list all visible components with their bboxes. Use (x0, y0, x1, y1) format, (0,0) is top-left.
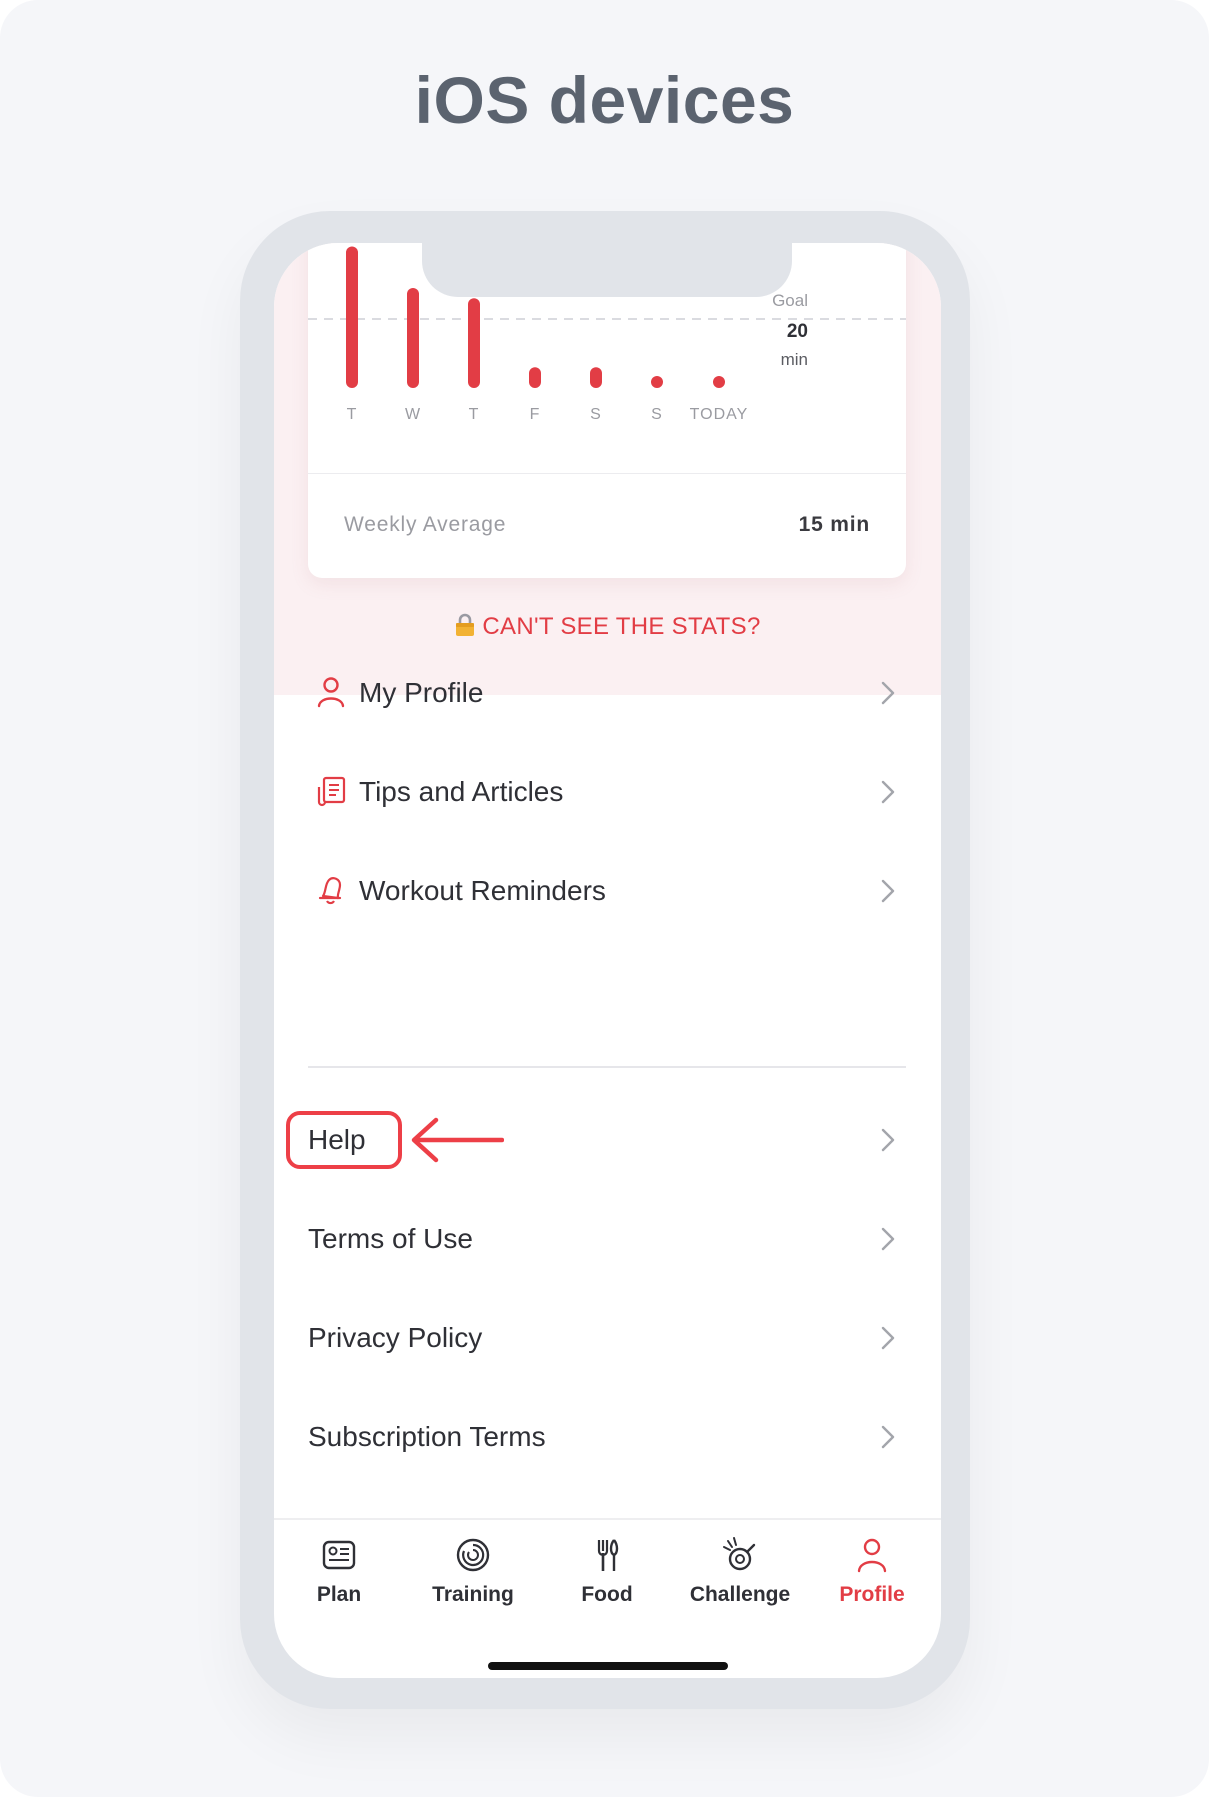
chart-day-label: T (347, 406, 358, 423)
phone-notch (422, 243, 792, 297)
page-title: iOS devices (414, 63, 795, 137)
challenge-icon (680, 1535, 800, 1575)
cant-see-stats-link[interactable]: CAN'T SEE THE STATS? (274, 613, 941, 644)
chart-bar (590, 367, 602, 388)
cant-see-stats-label: CAN'T SEE THE STATS? (482, 613, 761, 640)
chart-day-label: W (405, 406, 421, 423)
profile-icon (812, 1535, 932, 1575)
chart-day-label: S (651, 406, 663, 423)
menu-item-workout-reminders[interactable]: Workout Reminders (274, 861, 941, 921)
phone-frame: Goal 20 min T W T F S S TODAY Weekly Average 15 m… (240, 211, 970, 1709)
chart-day-label: S (590, 406, 602, 423)
weekly-average-value: 15 min (798, 513, 870, 536)
goal-unit: min (781, 350, 808, 369)
menu-item-label: Subscription Terms (308, 1421, 546, 1452)
chart-bar (713, 376, 725, 388)
chart-day-label: F (530, 406, 541, 423)
tab-label: Profile (839, 1583, 905, 1606)
chevron-right-icon (881, 681, 895, 710)
menu-separator (308, 1066, 906, 1068)
guide-card: iOS devices Goal 20 min T W T F S S TODAY Weekly … (0, 0, 1209, 1797)
chevron-right-icon (881, 1128, 895, 1157)
article-icon (316, 775, 348, 812)
menu-item-tips-and-articles[interactable]: Tips and Articles (274, 762, 941, 822)
training-icon (413, 1535, 533, 1575)
menu-item-label: My Profile (359, 677, 484, 708)
chart-bar (529, 367, 541, 388)
card-divider (308, 473, 906, 474)
chart-day-label: T (469, 406, 480, 423)
goal-label: Goal (772, 291, 808, 310)
chart-bar (346, 246, 358, 388)
help-highlight-box (286, 1111, 402, 1169)
chart-bar (407, 287, 419, 388)
goal-value: 20 (787, 321, 808, 342)
tab-bar-divider (274, 1518, 941, 1520)
chevron-right-icon (881, 879, 895, 908)
weekly-average-label: Weekly Average (344, 513, 507, 536)
chart-bar (651, 376, 663, 388)
tab-profile[interactable]: Profile (812, 1535, 932, 1607)
tab-label: Challenge (689, 1583, 791, 1606)
chevron-right-icon (881, 780, 895, 809)
app-screen: Goal 20 min T W T F S S TODAY Weekly Average 15 m… (274, 243, 941, 1678)
food-icon (547, 1535, 667, 1575)
menu-item-subscription-terms[interactable]: Subscription Terms (274, 1407, 941, 1467)
menu-item-label: Tips and Articles (359, 776, 564, 807)
tab-label: Food (581, 1583, 633, 1606)
tab-training[interactable]: Training (413, 1535, 533, 1607)
menu-item-terms-of-use[interactable]: Terms of Use (274, 1209, 941, 1269)
tab-plan[interactable]: Plan (279, 1535, 399, 1607)
arrow-left-icon (411, 1117, 504, 1163)
chevron-right-icon (881, 1326, 895, 1355)
chevron-right-icon (881, 1227, 895, 1256)
person-icon (316, 676, 346, 713)
chart-day-label: TODAY (690, 406, 749, 423)
tab-food[interactable]: Food (547, 1535, 667, 1607)
bell-icon (316, 874, 346, 911)
tab-label: Plan (316, 1583, 362, 1606)
tab-challenge[interactable]: Challenge (680, 1535, 800, 1607)
tab-label: Training (432, 1583, 514, 1606)
chart-bar (468, 298, 480, 388)
menu-item-privacy-policy[interactable]: Privacy Policy (274, 1308, 941, 1368)
lock-icon (454, 613, 476, 644)
menu-item-label: Terms of Use (308, 1223, 473, 1254)
chevron-right-icon (881, 1425, 895, 1454)
home-indicator (488, 1662, 728, 1670)
menu-item-label: Workout Reminders (359, 875, 606, 906)
menu-item-label: Privacy Policy (308, 1322, 483, 1353)
plan-icon (279, 1535, 399, 1575)
menu-item-my-profile[interactable]: My Profile (274, 663, 941, 723)
